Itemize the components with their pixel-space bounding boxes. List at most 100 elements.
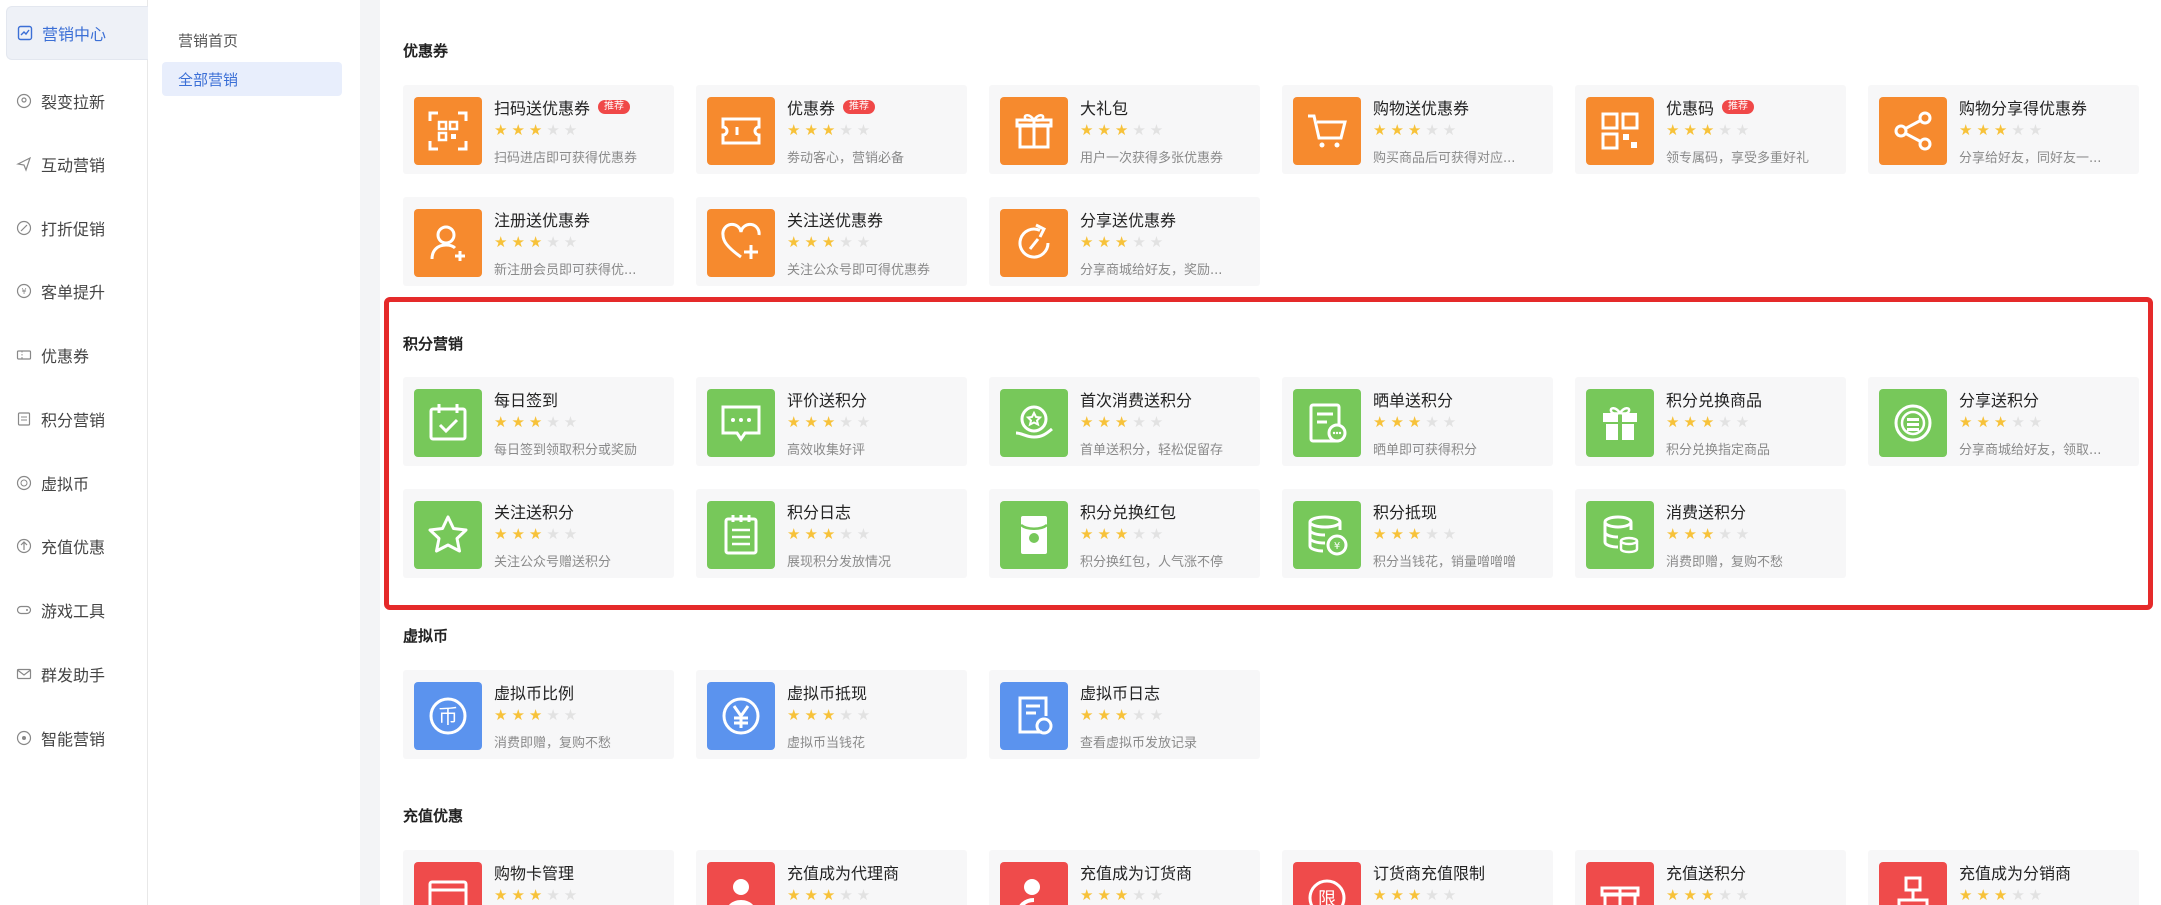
nav-item-fission[interactable]: 裂变拉新	[6, 74, 148, 128]
card-promo-code[interactable]: 优惠码 推荐 ★★★★★ 领专属码，享受多重好礼	[1575, 85, 1846, 174]
card-recharge-distributor[interactable]: 充值成为订货商 ★★★★★	[989, 850, 1260, 905]
nav2-item-all-marketing[interactable]: 全部营销	[162, 62, 342, 96]
card-distributor-limit[interactable]: 限 订货商充值限制 ★★★★★	[1282, 850, 1553, 905]
nav-item-discount[interactable]: 打折促销	[6, 201, 148, 255]
card-first-purchase-points[interactable]: 首次消费送积分 ★★★★★ 首单送积分，轻松促留存	[989, 377, 1260, 466]
card-desc: 首单送积分，轻松促留存	[1080, 443, 1224, 458]
qr-code-icon	[1586, 97, 1654, 165]
comment-icon	[707, 389, 775, 457]
nav-item-order-boost[interactable]: ¥ 客单提升	[6, 264, 148, 318]
card-follow-coupon[interactable]: 关注送优惠券 ★★★★★ 关注公众号即可得优惠券	[696, 197, 967, 286]
card-name: 虚拟币比例	[494, 684, 575, 703]
main-content: 优惠券 扫码送优惠券 推荐 ★★★★★ 扫码进店即可获得优惠券 优惠券 推荐 ★★★…	[380, 0, 2161, 905]
nav-item-coupon[interactable]: 优惠券	[6, 328, 148, 382]
card-name: 扫码送优惠券 推荐	[494, 95, 631, 119]
org-icon	[1879, 862, 1947, 905]
discount-icon	[16, 220, 32, 236]
rating-stars: ★★★★★	[494, 121, 582, 139]
app-root: 营销中心 裂变拉新 互动营销 打折促销 ¥ 客单提升 优惠券 积分营销 虚拟币	[0, 0, 2161, 905]
card-virtual-coin-log[interactable]: 虚拟币日志 ★★★★★ 查看虚拟币发放记录	[989, 670, 1260, 759]
nav-item-virtual-coin[interactable]: 虚拟币	[6, 456, 148, 510]
card-share-coupon[interactable]: 分享送优惠券 ★★★★★ 分享商城给好友，奖励...	[989, 197, 1260, 286]
card-points-exchange[interactable]: 积分兑换商品 ★★★★★ 积分兑换指定商品	[1575, 377, 1846, 466]
nav2-item-marketing-home[interactable]: 营销首页	[162, 23, 342, 57]
card-daily-checkin[interactable]: 每日签到 ★★★★★ 每日签到领取积分或奖励	[403, 377, 674, 466]
card-share-points[interactable]: 分享送积分 ★★★★★ 分享商城给好友，领取...	[1868, 377, 2139, 466]
gutter	[360, 0, 380, 905]
nav-item-smart[interactable]: 智能营销	[6, 711, 148, 765]
coin-icon: ¥	[16, 283, 32, 299]
nav-item-interactive[interactable]: 互动营销	[6, 137, 148, 191]
card-shopping-card[interactable]: 购物卡管理 ★★★★★	[403, 850, 674, 905]
card-virtual-coin-ratio[interactable]: 币 虚拟币比例 ★★★★★ 消费即赠，复购不愁	[403, 670, 674, 759]
card-points-log[interactable]: 积分日志 ★★★★★ 展现积分发放情况	[696, 489, 967, 578]
nav-label: 充值优惠	[41, 538, 106, 557]
nav-item-broadcast[interactable]: 群发助手	[6, 647, 148, 701]
card-desc: 分享商城给好友，奖励...	[1080, 263, 1223, 278]
card-name: 充值送积分	[1666, 864, 1747, 883]
card-desc: 关注公众号赠送积分	[494, 555, 612, 570]
card-name: 购物卡管理	[494, 864, 575, 883]
card-points-cash[interactable]: ¥ 积分抵现 ★★★★★ 积分当钱花，销量噌噌噌	[1282, 489, 1553, 578]
nav-label: 客单提升	[41, 283, 106, 302]
card-name: 积分兑换红包	[1080, 503, 1177, 522]
card-desc: 高效收集好评	[787, 443, 866, 458]
rating-stars: ★★★★★	[1959, 413, 2047, 431]
rating-stars: ★★★★★	[1080, 121, 1168, 139]
rating-stars: ★★★★★	[787, 886, 875, 904]
rating-stars: ★★★★★	[494, 233, 582, 251]
card-name: 虚拟币抵现	[787, 684, 868, 703]
recommend-badge: 推荐	[843, 100, 876, 114]
card-spend-points[interactable]: 消费送积分 ★★★★★ 消费即赠，复购不愁	[1575, 489, 1846, 578]
nav-label: 虚拟币	[41, 475, 90, 494]
card-name: 每日签到	[494, 391, 559, 410]
card-points-red-packet[interactable]: 积分兑换红包 ★★★★★ 积分换红包，人气涨不停	[989, 489, 1260, 578]
card-showcase-points[interactable]: 晒单送积分 ★★★★★ 晒单即可获得积分	[1282, 377, 1553, 466]
rating-stars: ★★★★★	[1959, 886, 2047, 904]
card-coupon[interactable]: 优惠券 推荐 ★★★★★ 劵动客心，营销必备	[696, 85, 967, 174]
card-review-points[interactable]: 评价送积分 ★★★★★ 高效收集好评	[696, 377, 967, 466]
card-purchase-coupon[interactable]: 购物送优惠券 ★★★★★ 购买商品后可获得对应...	[1282, 85, 1553, 174]
card-name: 大礼包	[1080, 99, 1129, 118]
people-icon	[16, 93, 32, 109]
card-recharge-points[interactable]: 充值送积分 ★★★★★	[1575, 850, 1846, 905]
rating-stars: ★★★★★	[787, 525, 875, 543]
svg-text:币: 币	[438, 704, 458, 728]
card-register-coupon[interactable]: 注册送优惠券 ★★★★★ 新注册会员即可获得优...	[403, 197, 674, 286]
card-virtual-coin-cash[interactable]: 虚拟币抵现 ★★★★★ 虚拟币当钱花	[696, 670, 967, 759]
card-desc: 劵动客心，营销必备	[787, 151, 905, 166]
rating-stars: ★★★★★	[1080, 525, 1168, 543]
rating-stars: ★★★★★	[494, 706, 582, 724]
card-recharge-reseller[interactable]: 充值成为分销商 ★★★★★	[1868, 850, 2139, 905]
card-scan-coupon[interactable]: 扫码送优惠券 推荐 ★★★★★ 扫码进店即可获得优惠券	[403, 85, 674, 174]
svg-text:限: 限	[1318, 889, 1336, 905]
qr-scan-icon	[414, 97, 482, 165]
stamp-icon	[1000, 862, 1068, 905]
heart-add-icon	[707, 209, 775, 277]
nav-item-games[interactable]: 游戏工具	[6, 583, 148, 637]
rating-stars: ★★★★★	[1373, 413, 1461, 431]
database-icon	[1586, 501, 1654, 569]
star-outline-icon	[414, 501, 482, 569]
nav-label: 裂变拉新	[41, 93, 106, 112]
card-gift-pack[interactable]: 大礼包 ★★★★★ 用户一次获得多张优惠券	[989, 85, 1260, 174]
card-name: 首次消费送积分	[1080, 391, 1193, 410]
star-hand-icon	[1000, 389, 1068, 457]
nav-item-recharge[interactable]: 充值优惠	[6, 519, 148, 573]
nav-item-points[interactable]: 积分营销	[6, 392, 148, 446]
card-recharge-agent[interactable]: 充值成为代理商 ★★★★★	[696, 850, 967, 905]
gift-recharge-icon	[1586, 862, 1654, 905]
nav-label: 优惠券	[41, 347, 90, 366]
recommend-badge: 推荐	[598, 100, 631, 114]
card-follow-points[interactable]: 关注送积分 ★★★★★ 关注公众号赠送积分	[403, 489, 674, 578]
section-title-recharge: 充值优惠	[403, 807, 464, 825]
rating-stars: ★★★★★	[494, 413, 582, 431]
card-desc: 展现积分发放情况	[787, 555, 892, 570]
card-name: 充值成为分销商	[1959, 864, 2072, 883]
rating-stars: ★★★★★	[787, 706, 875, 724]
nav-item-marketing-center[interactable]: 营销中心	[6, 6, 148, 60]
card-desc: 积分兑换指定商品	[1666, 443, 1771, 458]
card-share-purchase-coupon[interactable]: 购物分享得优惠券 ★★★★★ 分享给好友，同好友一...	[1868, 85, 2139, 174]
red-packet-icon	[1000, 501, 1068, 569]
card-name: 充值成为订货商	[1080, 864, 1193, 883]
